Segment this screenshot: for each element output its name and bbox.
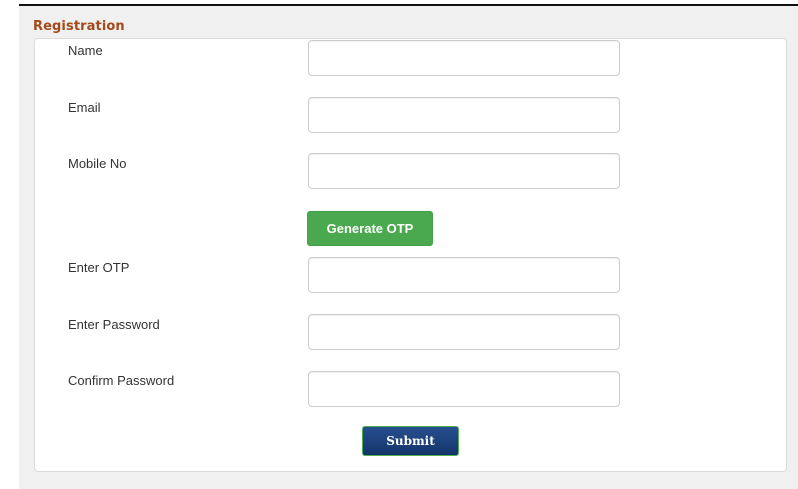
email-input[interactable]	[308, 97, 620, 133]
page: Registration Name Email Mobile No Genera…	[0, 0, 798, 489]
mobile-label: Mobile No	[68, 156, 127, 171]
confirm-password-label: Confirm Password	[68, 373, 175, 388]
name-input[interactable]	[308, 40, 620, 76]
password-label: Enter Password	[68, 317, 160, 332]
submit-button[interactable]: Submit	[362, 426, 459, 456]
mobile-input[interactable]	[308, 153, 620, 189]
form-title: Registration	[33, 19, 125, 34]
confirm-password-input[interactable]	[308, 371, 620, 407]
email-label: Email	[68, 100, 101, 115]
otp-input[interactable]	[308, 257, 620, 293]
password-input[interactable]	[308, 314, 620, 350]
otp-label: Enter OTP	[68, 260, 130, 275]
generate-otp-button[interactable]: Generate OTP	[307, 211, 433, 246]
name-label: Name	[68, 43, 103, 58]
